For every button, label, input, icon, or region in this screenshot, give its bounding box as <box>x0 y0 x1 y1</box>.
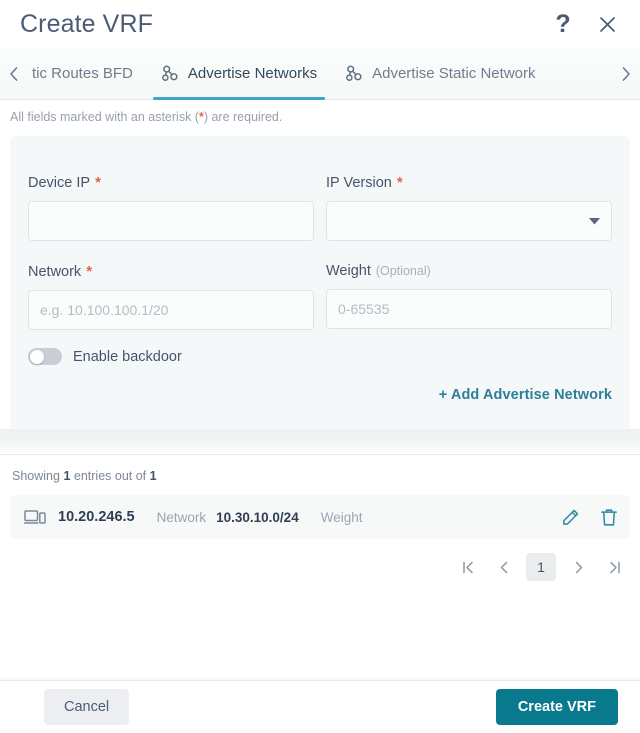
showing-middle: entries out of <box>73 469 147 483</box>
row-network-key: Network <box>156 509 207 525</box>
network-label: Network <box>28 264 82 280</box>
tabs-viewport: tic Routes BFD Advertise Networks Advert… <box>28 48 612 100</box>
next-page-icon[interactable] <box>564 553 592 581</box>
row-weight-key: Weight <box>320 509 363 525</box>
required-asterisk: * <box>396 174 403 191</box>
showing-prefix: Showing <box>12 469 60 483</box>
row-actions <box>561 508 618 527</box>
required-asterisk: * <box>95 174 101 191</box>
close-icon[interactable] <box>596 12 618 36</box>
header-actions: ? <box>552 11 618 36</box>
table-row[interactable]: 10.20.246.5 Network 10.30.10.0/24 Weight <box>10 495 630 539</box>
weight-input[interactable] <box>326 289 612 329</box>
help-icon[interactable]: ? <box>552 11 574 36</box>
showing-total: 1 <box>149 469 157 483</box>
ip-version-select[interactable] <box>326 201 612 241</box>
dialog-footer: Cancel Create VRF <box>0 680 640 733</box>
device-monitor-icon <box>24 509 46 526</box>
form-row-network: Network * Weight (Optional) <box>28 263 612 330</box>
required-note-suffix: ) are required. <box>203 110 283 124</box>
row-network-value: 10.30.10.0/24 <box>216 509 299 525</box>
tabs-scroll-left-icon[interactable] <box>0 48 28 100</box>
enable-backdoor-label: Enable backdoor <box>73 348 182 365</box>
weight-label: Weight <box>326 263 371 279</box>
field-device-ip: Device IP * <box>28 174 314 241</box>
tab-advertise-static-network[interactable]: Advertise Static Network <box>331 48 549 100</box>
pagination: 1 <box>10 539 630 591</box>
dialog-header: Create VRF ? <box>0 0 640 48</box>
ip-version-select-wrap <box>326 201 612 241</box>
cancel-button[interactable]: Cancel <box>44 689 130 725</box>
network-label-wrap: Network * <box>28 263 314 280</box>
tab-label: Advertise Networks <box>187 65 318 82</box>
add-advertise-network-link[interactable]: + Add Advertise Network <box>439 387 612 403</box>
field-weight: Weight (Optional) <box>326 263 612 330</box>
enable-backdoor-toggle[interactable] <box>28 348 62 365</box>
required-fields-note: All fields marked with an asterisk (*) a… <box>0 100 640 136</box>
device-ip-label: Device IP <box>28 175 91 191</box>
advertise-network-form-card: Device IP * IP Version * Network * e.g. … <box>10 136 630 429</box>
tab-label: Advertise Static Network <box>372 65 536 82</box>
tab-bar: tic Routes BFD Advertise Networks Advert… <box>0 48 640 100</box>
prev-page-icon[interactable] <box>490 553 518 581</box>
tab-label: tic Routes BFD <box>32 65 133 82</box>
enable-backdoor-row: Enable backdoor <box>28 348 612 365</box>
first-page-icon[interactable] <box>454 553 482 581</box>
network-nodes-icon <box>161 64 180 83</box>
field-network: Network * <box>28 263 314 330</box>
network-input[interactable] <box>28 290 314 330</box>
trash-delete-icon[interactable] <box>600 508 618 527</box>
add-advertise-network-row: + Add Advertise Network <box>28 387 612 403</box>
tab-static-routes-bfd[interactable]: tic Routes BFD <box>28 48 147 100</box>
ip-version-label-wrap: IP Version * <box>326 174 612 191</box>
showing-count: 1 <box>63 469 71 483</box>
row-device-ip: 10.20.246.5 <box>58 509 135 525</box>
page-number-1[interactable]: 1 <box>526 553 556 581</box>
card-bottom-divider <box>0 429 640 455</box>
tabs-scroll-right-icon[interactable] <box>612 48 640 100</box>
create-vrf-dialog: Create VRF ? tic Routes BFD Advertise Ne… <box>0 0 640 733</box>
required-note-prefix: All fields marked with an asterisk ( <box>10 110 199 124</box>
pencil-edit-icon[interactable] <box>561 508 580 527</box>
network-nodes-icon <box>345 64 364 83</box>
showing-entries-label: Showing 1 entries out of 1 <box>10 455 630 495</box>
page-title: Create VRF <box>20 9 153 38</box>
create-vrf-button[interactable]: Create VRF <box>495 689 618 725</box>
weight-optional-tag: (Optional) <box>375 264 431 278</box>
ip-version-label: IP Version <box>326 175 392 191</box>
device-ip-input[interactable] <box>28 201 314 241</box>
advertise-networks-table: Showing 1 entries out of 1 10.20.246.5 N… <box>0 455 640 591</box>
required-asterisk: * <box>86 263 93 280</box>
field-ip-version: IP Version * <box>326 174 612 241</box>
toggle-knob <box>29 349 44 364</box>
last-page-icon[interactable] <box>600 553 628 581</box>
tab-advertise-networks[interactable]: Advertise Networks <box>147 48 331 100</box>
weight-label-wrap: Weight (Optional) <box>326 263 612 279</box>
device-ip-label-wrap: Device IP * <box>28 174 314 191</box>
form-row-device: Device IP * IP Version * <box>28 174 612 241</box>
